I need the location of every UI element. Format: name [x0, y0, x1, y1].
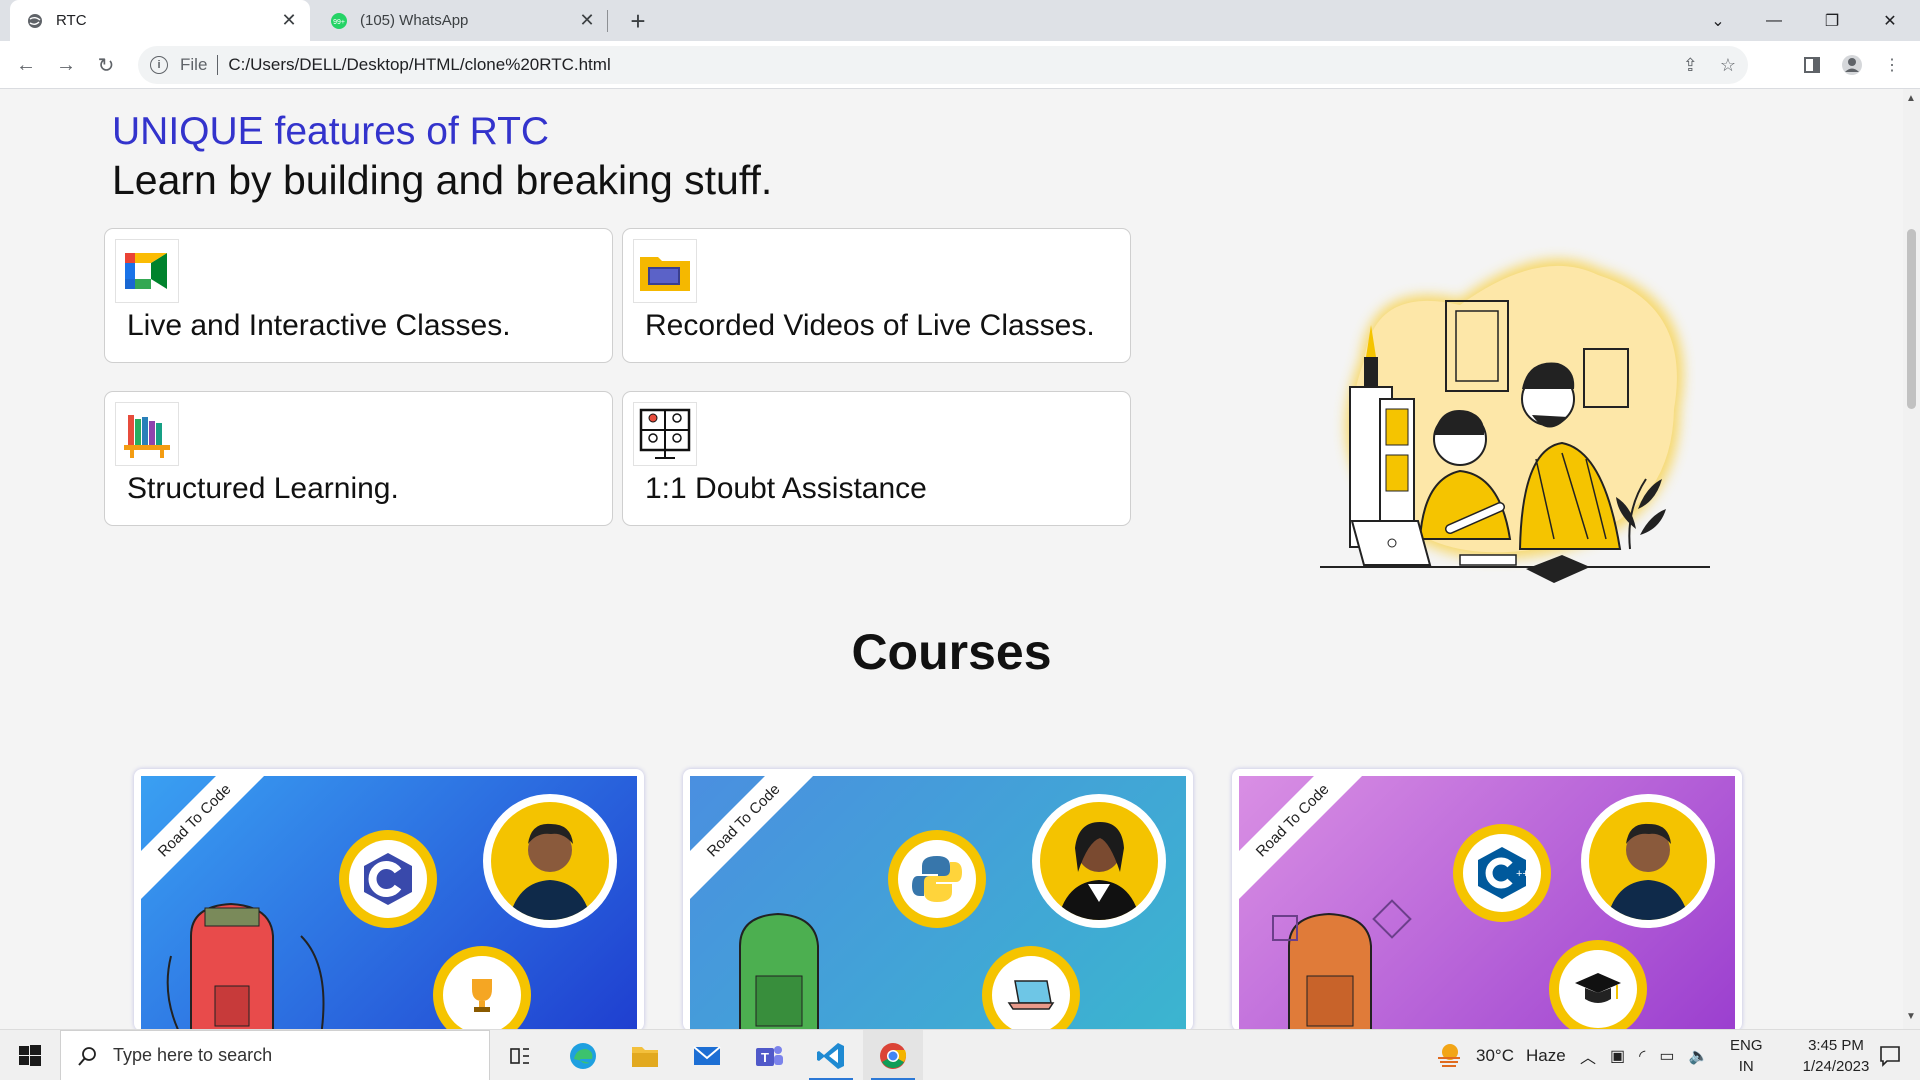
course-card-cpp[interactable]: Road To Code ++ — [1232, 769, 1742, 1029]
c-language-logo-icon — [339, 830, 437, 928]
video-folder-icon — [633, 239, 697, 303]
scroll-up-icon[interactable]: ▲ — [1906, 93, 1916, 104]
windows-taskbar: Type here to search T 30°C Haze ︿ ▣ ◜ ▭ … — [0, 1029, 1920, 1080]
graduation-cap-icon — [1549, 940, 1647, 1029]
briefcase-backpack-icon — [1272, 899, 1412, 1029]
restore-button[interactable]: ❐ — [1808, 0, 1856, 41]
road-to-code-ribbon: Road To Code — [1239, 776, 1376, 904]
feature-label: Structured Learning. — [127, 472, 399, 505]
scroll-thumb[interactable] — [1907, 229, 1916, 409]
browser-toolbar: ← → ↻ i File C:/Users/DELL/Desktop/HTML/… — [0, 41, 1920, 89]
info-icon[interactable]: i — [150, 56, 168, 74]
globe-icon — [26, 12, 44, 30]
tab-whatsapp[interactable]: 99+ (105) WhatsApp ✕ — [314, 0, 608, 41]
feature-card-live: Live and Interactive Classes. — [104, 228, 613, 363]
tab-title: (105) WhatsApp — [360, 12, 469, 29]
scheme-label: File — [180, 55, 208, 74]
course-banner: Road To Code — [141, 776, 637, 1029]
courses-heading: Courses — [851, 624, 1052, 680]
new-tab-button[interactable]: + — [624, 6, 652, 36]
course-card-c[interactable]: Road To Code — [134, 769, 644, 1029]
google-meet-icon — [115, 239, 179, 303]
volume-icon[interactable]: 🔈 — [1688, 1046, 1708, 1066]
tagline-heading: Learn by building and breaking stuff. — [112, 157, 773, 203]
back-button[interactable]: ← — [10, 49, 42, 81]
language-region: IN — [1738, 1058, 1754, 1075]
address-bar[interactable]: i File C:/Users/DELL/Desktop/HTML/clone%… — [138, 46, 1748, 84]
tab-strip: RTC ✕ 99+ (105) WhatsApp ✕ + ⌄ — ❐ ✕ — [0, 0, 1920, 41]
teams-icon[interactable]: T — [739, 1030, 799, 1080]
bookshelf-icon — [115, 402, 179, 466]
scroll-down-icon[interactable]: ▼ — [1906, 1011, 1916, 1022]
device-icon[interactable]: ▣ — [1610, 1046, 1625, 1066]
feature-label: 1:1 Doubt Assistance — [645, 472, 927, 505]
bookmark-star-icon[interactable]: ☆ — [1720, 55, 1736, 76]
file-explorer-icon[interactable] — [615, 1030, 675, 1080]
course-card-python[interactable]: Road To Code — [683, 769, 1193, 1029]
tab-rtc[interactable]: RTC ✕ — [10, 0, 310, 41]
video-call-grid-icon — [633, 402, 697, 466]
profile-avatar-icon[interactable] — [1836, 49, 1868, 81]
teacher-student-illustration — [1300, 239, 1720, 599]
forward-button[interactable]: → — [50, 49, 82, 81]
whatsapp-icon: 99+ — [330, 12, 348, 30]
taskbar-search-box[interactable]: Type here to search — [60, 1030, 490, 1080]
tab-title: RTC — [56, 12, 87, 29]
page-viewport: UNIQUE features of RTC Learn by building… — [0, 89, 1903, 1029]
system-tray: ︿ ▣ ◜ ▭ 🔈 — [1580, 1030, 1708, 1080]
feature-card-recorded: Recorded Videos of Live Classes. — [622, 228, 1131, 363]
page-scrollbar[interactable]: ▲ ▼ — [1903, 89, 1920, 1029]
instructor-avatar — [1581, 794, 1715, 928]
close-window-button[interactable]: ✕ — [1866, 0, 1914, 41]
backpack-icon — [166, 902, 325, 1029]
feature-label: Live and Interactive Classes. — [127, 309, 511, 342]
backpack-icon — [739, 912, 819, 1029]
weather-condition: Haze — [1525, 1045, 1566, 1065]
mail-icon[interactable] — [677, 1030, 737, 1080]
course-banner: Road To Code — [690, 776, 1186, 1029]
road-to-code-ribbon: Road To Code — [690, 776, 827, 904]
task-view-icon[interactable] — [490, 1030, 550, 1080]
edge-browser-icon[interactable] — [553, 1030, 613, 1080]
divider — [217, 55, 219, 75]
weather-widget[interactable]: 30°C Haze — [1434, 1030, 1566, 1080]
reload-button[interactable]: ↻ — [90, 49, 122, 81]
vscode-icon[interactable] — [801, 1030, 861, 1080]
feature-label: Recorded Videos of Live Classes. — [645, 309, 1095, 342]
unique-features-heading: UNIQUE features of RTC — [112, 110, 550, 153]
close-tab-icon[interactable]: ✕ — [576, 10, 598, 32]
weather-haze-icon — [1438, 1043, 1460, 1067]
battery-icon[interactable]: ▭ — [1659, 1046, 1674, 1066]
feature-card-structured: Structured Learning. — [104, 391, 613, 526]
menu-kebab-icon[interactable]: ⋮ — [1876, 49, 1908, 81]
svg-text:++: ++ — [1516, 868, 1529, 880]
url-text[interactable]: C:/Users/DELL/Desktop/HTML/clone%20RTC.h… — [228, 55, 610, 75]
weather-temp: 30°C — [1476, 1045, 1514, 1065]
language-code: ENG — [1730, 1037, 1763, 1054]
trophy-icon — [433, 946, 531, 1029]
instructor-avatar — [483, 794, 617, 928]
wifi-icon[interactable]: ◜ — [1639, 1046, 1645, 1066]
feature-card-doubt: 1:1 Doubt Assistance — [622, 391, 1131, 526]
chevron-up-icon[interactable]: ︿ — [1580, 1044, 1596, 1068]
close-tab-icon[interactable]: ✕ — [278, 10, 300, 32]
laptop-icon — [982, 946, 1080, 1029]
tab-separator — [607, 10, 608, 32]
notifications-icon[interactable] — [1860, 1030, 1920, 1080]
svg-text:T: T — [761, 1050, 769, 1065]
tab-search-icon[interactable]: ⌄ — [1694, 0, 1742, 41]
side-panel-icon[interactable] — [1796, 49, 1828, 81]
search-icon — [78, 1046, 96, 1066]
windows-start-icon[interactable] — [0, 1030, 60, 1080]
course-banner: Road To Code ++ — [1239, 776, 1735, 1029]
share-icon[interactable]: ⇪ — [1683, 55, 1698, 76]
language-indicator[interactable]: ENG IN — [1730, 1035, 1763, 1077]
whatsapp-badge: 99+ — [333, 19, 345, 26]
chrome-icon[interactable] — [863, 1030, 923, 1080]
instructor-avatar — [1032, 794, 1166, 928]
search-placeholder: Type here to search — [113, 1045, 273, 1065]
cpp-logo-icon: ++ — [1453, 824, 1551, 922]
minimize-button[interactable]: — — [1750, 0, 1798, 41]
python-logo-icon — [888, 830, 986, 928]
